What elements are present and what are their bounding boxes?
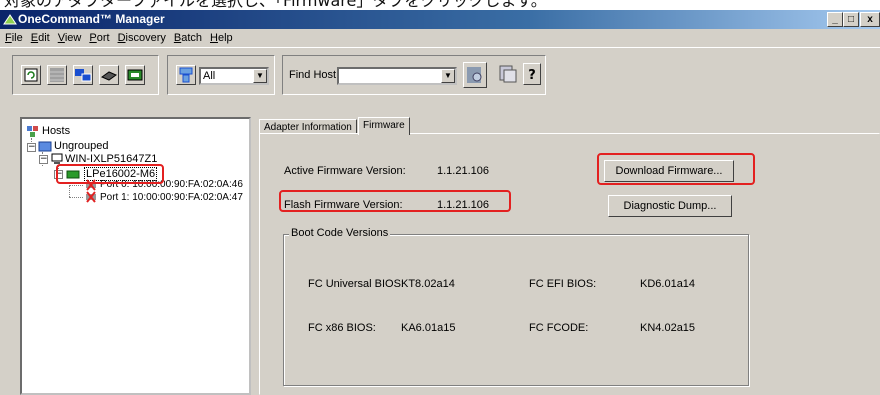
refresh-icon: [24, 68, 38, 82]
adapter-icon: [127, 69, 143, 81]
chevron-down-icon[interactable]: ▼: [441, 69, 455, 83]
menu-view[interactable]: View: [55, 29, 85, 47]
toolbar-group-filter: All ▼: [167, 55, 275, 95]
menu-edit[interactable]: Edit: [28, 29, 53, 47]
menu-port[interactable]: Port: [86, 29, 112, 47]
hosts-icon: [75, 69, 92, 82]
find-host-label: Find Host:: [289, 69, 340, 81]
find-host-button[interactable]: [463, 62, 487, 88]
highlight-adapter: [56, 164, 164, 184]
switch-icon: [100, 71, 118, 81]
active-firmware-value: 1.1.21.106: [437, 165, 489, 177]
filter-icon: [179, 67, 193, 83]
filter-button[interactable]: [176, 65, 196, 85]
svg-text:?: ?: [528, 68, 536, 83]
refresh-button[interactable]: [21, 65, 41, 85]
toolbar-group-find: Find Host: ▼ ?: [282, 55, 546, 95]
find-host-input[interactable]: ▼: [337, 67, 457, 85]
title-bar: OneCommand™ Manager _ □ x: [0, 10, 880, 29]
toolbar-group-view: [12, 55, 159, 95]
firmware-tab-panel: Active Firmware Version: 1.1.21.106 Flas…: [259, 133, 880, 395]
window-title: OneCommand™ Manager: [18, 12, 165, 26]
virtual-ports-button[interactable]: [125, 65, 145, 85]
boot-code-versions-group: Boot Code Versions FC Universal BIOS: KT…: [283, 227, 749, 386]
fabric-view-button[interactable]: [99, 65, 119, 85]
tab-adapter-information[interactable]: Adapter Information: [259, 119, 357, 134]
menu-discovery[interactable]: Discovery: [115, 29, 169, 47]
minimize-button[interactable]: _: [827, 12, 843, 27]
fc-fcode-label: FC FCODE:: [529, 322, 589, 334]
chevron-down-icon[interactable]: ▼: [253, 69, 267, 83]
filter-select-value: All: [203, 70, 216, 82]
discovery-tree: Hosts − Ungrouped − WIN-IXLP51647Z1 − LP…: [20, 117, 251, 395]
menu-batch[interactable]: Batch: [171, 29, 205, 47]
toolbar: All ▼ Find Host: ▼ ?: [0, 47, 880, 110]
boot-code-versions-label: Boot Code Versions: [289, 227, 391, 239]
batch-icon: [499, 65, 517, 83]
highlight-download-firmware: [597, 153, 755, 185]
host-view-button[interactable]: [73, 65, 93, 85]
tree-item-port-1[interactable]: Port 1: 10:00:00:90:FA:02:0A:47: [100, 192, 243, 204]
menu-help[interactable]: Help: [207, 29, 236, 47]
tree-item-ungrouped[interactable]: Ungrouped: [54, 140, 108, 152]
fc-x86-bios-value: KA6.01a15: [401, 322, 456, 334]
fc-universal-bios-value: KT8.02a14: [401, 278, 455, 290]
menu-file[interactable]: File: [2, 29, 26, 47]
app-logo-icon: [3, 14, 17, 25]
fc-universal-bios-label: FC Universal BIOS:: [308, 278, 404, 290]
highlight-flash-version: [279, 190, 511, 212]
fc-x86-bios-label: FC x86 BIOS:: [308, 322, 376, 334]
find-icon: [467, 67, 482, 83]
close-button[interactable]: x: [860, 12, 880, 27]
collapse-icon[interactable]: −: [27, 143, 36, 152]
fc-efi-bios-value: KD6.01a14: [640, 278, 696, 290]
fc-fcode-value: KN4.02a15: [640, 322, 696, 334]
group-icon: [38, 141, 52, 152]
menu-bar: File Edit View Port Discovery Batch Help: [0, 29, 880, 47]
hosts-root-icon: [27, 126, 38, 137]
fc-efi-bios-label: FC EFI BIOS:: [529, 278, 597, 290]
tab-firmware[interactable]: Firmware: [358, 117, 410, 135]
tree-item-hosts[interactable]: Hosts: [42, 125, 70, 137]
help-button[interactable]: ?: [523, 63, 541, 85]
batch-button[interactable]: [498, 63, 518, 85]
maximize-button[interactable]: □: [843, 12, 859, 27]
help-question-icon: ?: [528, 68, 536, 83]
disabled-view-button[interactable]: [47, 65, 67, 85]
main-area: Hosts − Ungrouped − WIN-IXLP51647Z1 − LP…: [0, 109, 880, 395]
detail-pane: Adapter Information Firmware Active Firm…: [259, 117, 880, 395]
active-firmware-label: Active Firmware Version:: [284, 165, 406, 177]
collapse-icon[interactable]: −: [39, 155, 48, 164]
port-down-icon: [86, 191, 96, 203]
filter-select[interactable]: All ▼: [199, 67, 269, 85]
diagnostic-dump-button[interactable]: Diagnostic Dump...: [608, 195, 732, 217]
grid-icon: [50, 68, 64, 82]
